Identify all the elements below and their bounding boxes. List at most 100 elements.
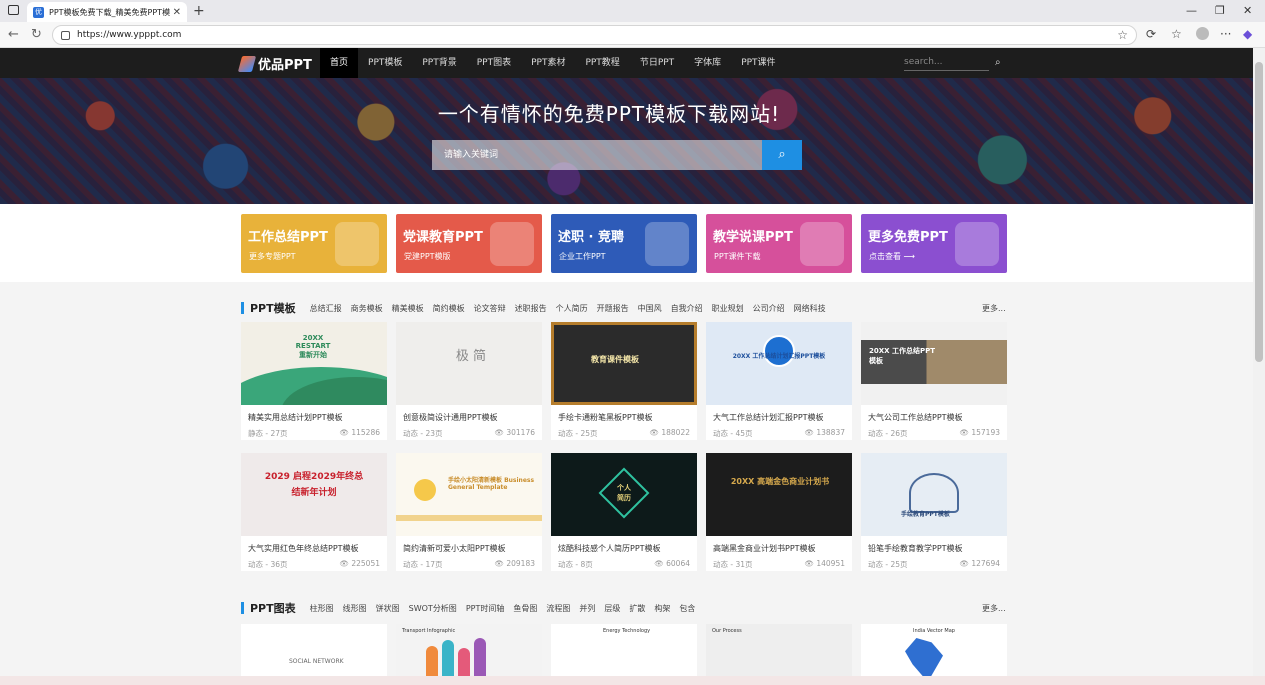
template-thumbnail[interactable]: 手绘教育PPT模板 <box>861 453 1007 536</box>
copilot-icon[interactable]: ◆ <box>1243 27 1252 41</box>
template-thumbnail[interactable]: 20XX RESTART 重新开始 <box>241 322 387 405</box>
tag-link[interactable]: 商务模板 <box>351 303 383 314</box>
template-thumbnail[interactable]: 20XX 工作总结PPT模板 <box>861 322 1007 405</box>
promo-party-education[interactable]: 党课教育PPT 党建PPT模版 <box>396 214 542 273</box>
search-icon: ⌕ <box>778 147 786 162</box>
template-card[interactable]: 教育课件模板 手绘卡通粉笔黑板PPT模板 动态 - 25页 👁 188022 <box>551 322 697 440</box>
template-card[interactable]: 20XX 高端金色商业计划书 高端黑金商业计划书PPT模板 动态 - 31页 👁… <box>706 453 852 571</box>
menu-item-charts[interactable]: PPT图表 <box>467 48 521 78</box>
tag-link[interactable]: 公司介绍 <box>753 303 785 314</box>
close-tab-icon[interactable]: ✕ <box>173 7 181 18</box>
favorites-icon[interactable]: ☆ <box>1171 27 1182 41</box>
banner-search-button[interactable]: ⌕ <box>762 140 802 170</box>
template-thumbnail[interactable]: 手绘小太阳清新模板 Business General Template <box>396 453 542 536</box>
menu-item-holiday[interactable]: 节日PPT <box>630 48 684 78</box>
close-window-icon[interactable]: ✕ <box>1243 4 1252 17</box>
main-menu: 首页 PPT模板 PPT背景 PPT图表 PPT素材 PPT教程 节日PPT 字… <box>320 48 786 78</box>
tag-link[interactable]: SWOT分析图 <box>409 603 457 614</box>
tag-link[interactable]: 并列 <box>579 603 595 614</box>
more-menu-icon[interactable]: ··· <box>1220 27 1231 41</box>
tag-link[interactable]: 述职报告 <box>515 303 547 314</box>
tag-link[interactable]: 饼状图 <box>376 603 400 614</box>
tag-link[interactable]: 流程图 <box>546 603 570 614</box>
promo-more-free[interactable]: 更多免费PPT 点击查看 ⟶ <box>861 214 1007 273</box>
menu-item-materials[interactable]: PPT素材 <box>521 48 575 78</box>
template-card[interactable]: 2029 启程2029年终总结新年计划 大气实用红色年终总结PPT模板 动态 -… <box>241 453 387 571</box>
tag-link[interactable]: 简约模板 <box>433 303 465 314</box>
minimize-icon[interactable]: — <box>1186 4 1197 17</box>
views-count: 👁 115286 <box>339 428 380 437</box>
extensions-icon[interactable]: ⟳ <box>1146 27 1156 41</box>
tab-actions-icon[interactable] <box>8 5 19 15</box>
section-title[interactable]: PPT模板 <box>250 300 296 316</box>
refresh-icon[interactable]: ↻ <box>31 27 42 42</box>
chart-template-card[interactable]: Our Process <box>706 624 852 684</box>
tag-link[interactable]: 柱形图 <box>310 603 334 614</box>
address-bar[interactable]: https://www.ypppt.com ☆ <box>52 25 1137 45</box>
template-thumbnail[interactable]: 20XX 高端金色商业计划书 <box>706 453 852 536</box>
tag-link[interactable]: 网络科技 <box>794 303 826 314</box>
chart-template-card[interactable]: India Vector Map <box>861 624 1007 684</box>
template-card[interactable]: 20XX RESTART 重新开始 精美实用总结计划PPT模板 静态 - 27页… <box>241 322 387 440</box>
chart-template-card[interactable]: SOCIAL NETWORK <box>241 624 387 684</box>
template-thumbnail[interactable]: 2029 启程2029年终总结新年计划 <box>241 453 387 536</box>
menu-item-backgrounds[interactable]: PPT背景 <box>412 48 466 78</box>
top-search-input[interactable]: search... <box>904 57 989 71</box>
templates-more-link[interactable]: 更多... <box>982 303 1006 314</box>
favorite-star-icon[interactable]: ☆ <box>1117 28 1128 42</box>
site-info-icon[interactable] <box>61 30 70 40</box>
template-card[interactable]: 手绘教育PPT模板 铅笔手绘教育教学PPT模板 动态 - 25页 👁 12769… <box>861 453 1007 571</box>
template-card[interactable]: 个人 简历 炫酷科技感个人简历PPT模板 动态 - 8页 👁 60064 <box>551 453 697 571</box>
tag-link[interactable]: 论文答辩 <box>474 303 506 314</box>
page-scrollbar[interactable] <box>1253 48 1265 676</box>
promo-report-competition[interactable]: 述职 · 竞聘 企业工作PPT <box>551 214 697 273</box>
browser-tab[interactable]: 优 PPT模板免费下载_精美免费PPT模 ✕ <box>27 2 187 22</box>
tag-link[interactable]: PPT时间轴 <box>466 603 505 614</box>
menu-item-courseware[interactable]: PPT课件 <box>731 48 785 78</box>
tag-link[interactable]: 鱼骨图 <box>513 603 537 614</box>
menu-item-fonts[interactable]: 字体库 <box>684 48 731 78</box>
chart-template-card[interactable]: Transport Infographic <box>396 624 542 684</box>
tag-link[interactable]: 职业规划 <box>712 303 744 314</box>
promo-teaching[interactable]: 教学说课PPT PPT课件下载 <box>706 214 852 273</box>
tag-link[interactable]: 总结汇报 <box>310 303 342 314</box>
template-thumbnail[interactable]: 个人 简历 <box>551 453 697 536</box>
promo-illustration-icon <box>645 222 689 266</box>
menu-item-home[interactable]: 首页 <box>320 48 359 78</box>
site-logo[interactable]: 优品PPT <box>237 54 312 73</box>
new-tab-icon[interactable]: + <box>193 3 205 19</box>
tag-link[interactable]: 中国风 <box>638 303 662 314</box>
tag-link[interactable]: 自我介绍 <box>671 303 703 314</box>
banner-search-input[interactable]: 请输入关键词 <box>432 140 762 170</box>
maximize-icon[interactable]: ❐ <box>1215 4 1225 17</box>
template-thumbnail[interactable]: 极 简 <box>396 322 542 405</box>
promo-work-summary[interactable]: 工作总结PPT 更多专题PPT <box>241 214 387 273</box>
tag-link[interactable]: 个人简历 <box>556 303 588 314</box>
search-icon[interactable]: ⌕ <box>995 57 1001 68</box>
tag-link[interactable]: 包含 <box>679 603 695 614</box>
tag-link[interactable]: 开题报告 <box>597 303 629 314</box>
template-card[interactable]: 20XX 工作总结计划汇报PPT模板 大气工作总结计划汇报PPT模板 动态 - … <box>706 322 852 440</box>
tag-link[interactable]: 层级 <box>604 603 620 614</box>
views-count: 👁 60064 <box>654 559 690 568</box>
template-card[interactable]: 手绘小太阳清新模板 Business General Template 简约清新… <box>396 453 542 571</box>
template-card[interactable]: 极 简 创意极简设计通用PPT模板 动态 - 23页 👁 301176 <box>396 322 542 440</box>
menu-item-templates[interactable]: PPT模板 <box>358 48 412 78</box>
template-thumbnail[interactable]: 教育课件模板 <box>551 322 697 405</box>
section-title[interactable]: PPT图表 <box>250 600 296 616</box>
section-templates-header: PPT模板 总结汇报 商务模板 精美模板 简约模板 论文答辩 述职报告 个人简历… <box>241 301 835 315</box>
section-charts-header: PPT图表 柱形图 线形图 饼状图 SWOT分析图 PPT时间轴 鱼骨图 流程图… <box>241 601 704 615</box>
template-card[interactable]: 20XX 工作总结PPT模板 大气公司工作总结PPT模板 动态 - 26页 👁 … <box>861 322 1007 440</box>
chart-template-card[interactable]: Energy Technology <box>551 624 697 684</box>
tag-link[interactable]: 精美模板 <box>392 303 424 314</box>
tag-link[interactable]: 线形图 <box>343 603 367 614</box>
charts-more-link[interactable]: 更多... <box>982 603 1006 614</box>
profile-avatar[interactable] <box>1196 27 1209 40</box>
scrollbar-thumb[interactable] <box>1255 62 1263 362</box>
back-icon[interactable]: ← <box>8 27 19 42</box>
template-thumbnail[interactable]: 20XX 工作总结计划汇报PPT模板 <box>706 322 852 405</box>
menu-item-tutorials[interactable]: PPT教程 <box>575 48 629 78</box>
tag-link[interactable]: 构架 <box>654 603 670 614</box>
tag-link[interactable]: 扩散 <box>629 603 645 614</box>
views-count: 👁 301176 <box>494 428 535 437</box>
